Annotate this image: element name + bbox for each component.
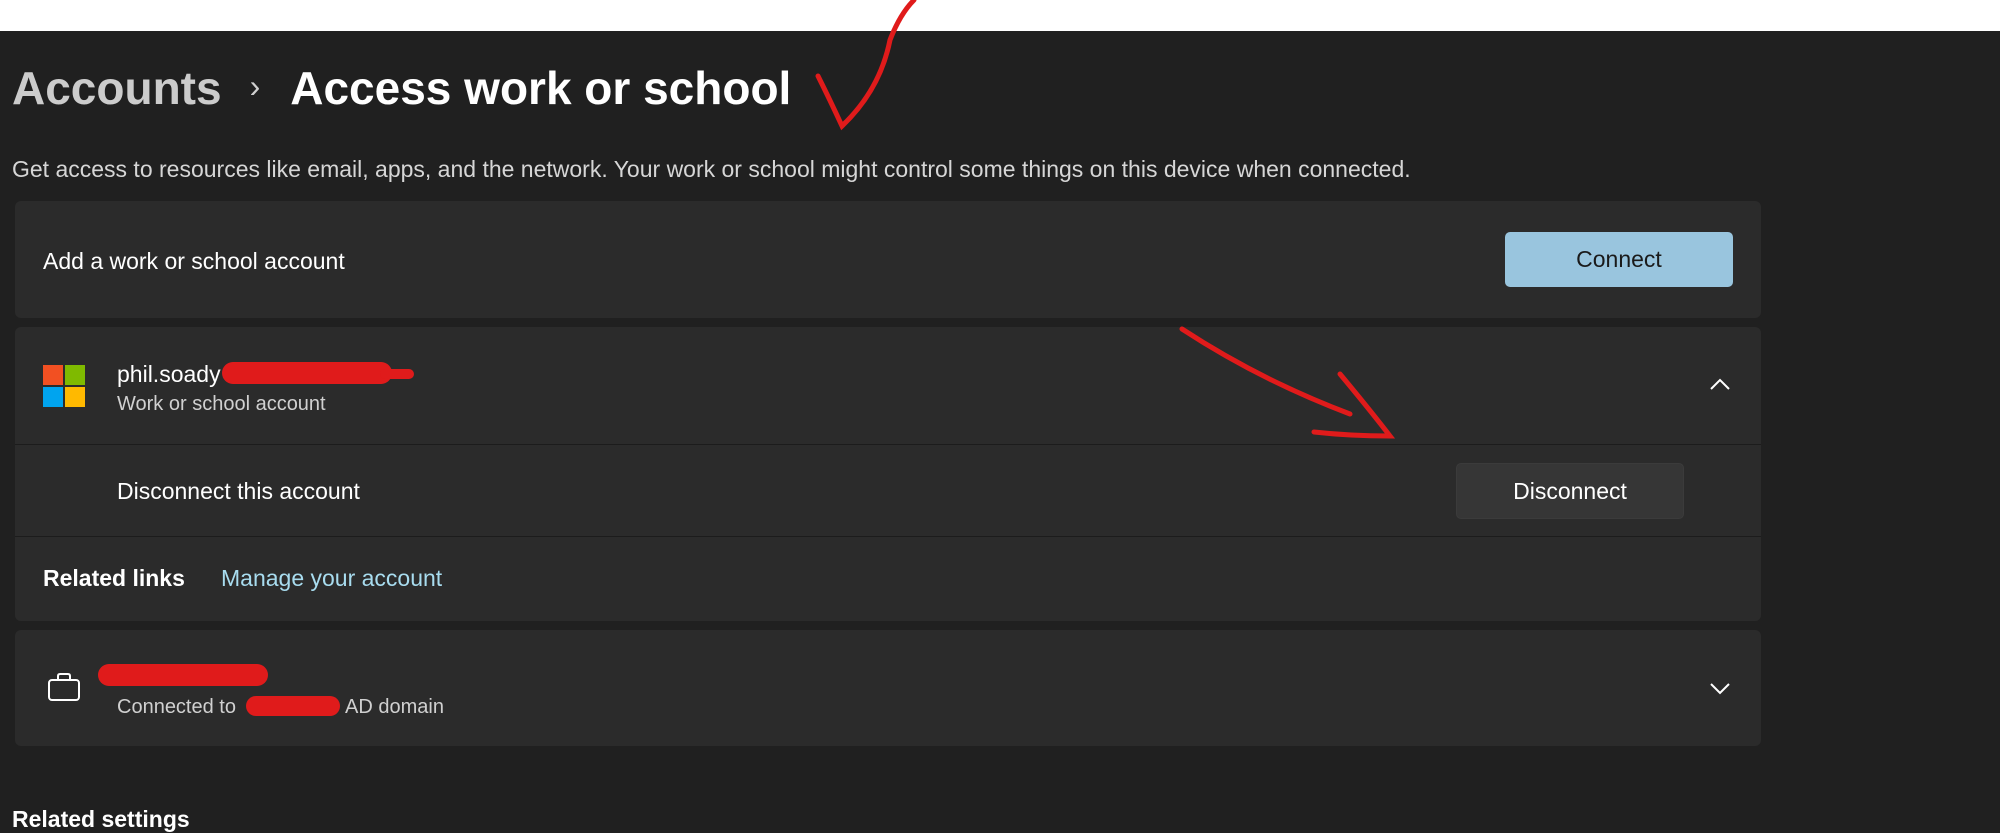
annotation-checkmark: [815, 0, 917, 131]
annotation-overlay: [815, 0, 1396, 439]
annotation-arrow-shaft: [1179, 326, 1353, 417]
